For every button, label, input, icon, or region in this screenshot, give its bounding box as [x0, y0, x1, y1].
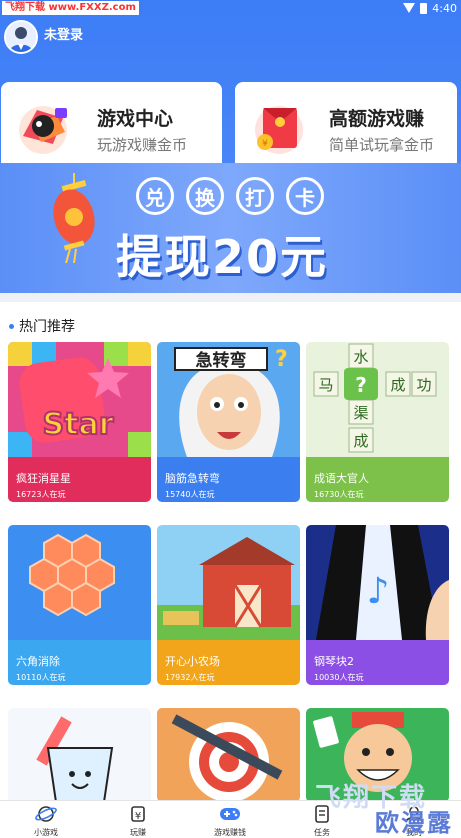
farm-game-art — [157, 525, 300, 640]
title-dot-icon — [9, 323, 14, 329]
svg-text:成: 成 — [390, 376, 405, 394]
game-name: 钢琴块2 — [314, 655, 354, 668]
watermark-line-2: 欧漫露 — [375, 809, 453, 837]
gamepad-icon — [220, 808, 240, 820]
hot-recommend-section: 热门推荐 Star 疯狂消星星 16723人在玩 急转弯 ? 脑筋急转弯 157… — [0, 302, 461, 838]
red-envelope-icon: ¥ — [255, 106, 303, 154]
banner-headline: 提现20元 — [116, 230, 329, 284]
status-time: 4:40 — [432, 1, 457, 15]
svg-text:¥: ¥ — [135, 811, 141, 822]
header: 未登录 游戏中心 玩游戏赚金币 ¥ 高额游戏赚 简单试玩拿金币 — [0, 16, 461, 176]
svg-text:马: 马 — [318, 376, 333, 394]
game-info: 脑筋急转弯 15740人在玩 — [157, 457, 300, 502]
login-status[interactable]: 未登录 — [44, 24, 83, 43]
game-center-title: 游戏中心 — [97, 108, 174, 130]
game-card[interactable]: 急转弯 ? 脑筋急转弯 15740人在玩 — [157, 342, 300, 502]
game-card[interactable] — [157, 708, 300, 802]
game-card[interactable]: ♪ 钢琴块2 10030人在玩 — [306, 525, 449, 685]
status-bar: 飞翔下载 www.FXXZ.com 4:40 — [0, 0, 461, 16]
nav-play-earn[interactable]: ¥ 玩赚 — [92, 801, 184, 838]
nav-label: 小游戏 — [34, 828, 58, 837]
status-icons: 4:40 — [403, 0, 457, 16]
svg-text:成: 成 — [353, 432, 368, 450]
high-reward-title: 高额游戏赚 — [329, 108, 425, 130]
planet-icon — [35, 806, 57, 822]
user-avatar-icon — [6, 22, 36, 52]
svg-text:?: ? — [275, 347, 288, 372]
game-info: 开心小农场 17932人在玩 — [157, 640, 300, 685]
game-center-subtitle: 玩游戏赚金币 — [97, 136, 188, 154]
svg-text:♪: ♪ — [367, 571, 390, 612]
stamp-char: 兑 — [136, 177, 174, 215]
game-card[interactable]: 六角消除 10110人在玩 — [8, 525, 151, 685]
game-name: 成语大官人 — [314, 472, 369, 485]
svg-text:功: 功 — [416, 376, 431, 394]
game-card[interactable]: 水 马 成 功 渠 成 ? 成语大官人 16730人在玩 — [306, 342, 449, 502]
game-players: 15740人在玩 — [165, 490, 215, 499]
promo-banner[interactable]: 兑 换 打 卡 提现20元 — [0, 163, 461, 293]
battery-icon — [420, 2, 428, 14]
nav-label: 玩赚 — [130, 828, 146, 837]
svg-text:渠: 渠 — [353, 404, 368, 422]
game-players: 10110人在玩 — [16, 673, 66, 682]
game-players: 17932人在玩 — [165, 673, 215, 682]
shooting-game-art — [157, 708, 300, 802]
high-reward-card[interactable]: ¥ 高额游戏赚 简单试玩拿金币 — [235, 82, 457, 173]
svg-text:水: 水 — [353, 348, 368, 366]
brain-teaser-art-text: 急转弯 — [196, 350, 247, 371]
cup-game-art — [8, 708, 151, 802]
game-card[interactable]: Star 疯狂消星星 16723人在玩 — [8, 342, 151, 502]
game-card[interactable]: 开心小农场 17932人在玩 — [157, 525, 300, 685]
game-info: 疯狂消星星 16723人在玩 — [8, 457, 151, 502]
game-info: 成语大官人 16730人在玩 — [306, 457, 449, 502]
wifi-icon — [403, 3, 416, 13]
game-name: 开心小农场 — [165, 655, 220, 668]
piano-game-art: ♪ — [306, 525, 449, 640]
stamp-char: 打 — [236, 177, 274, 215]
stamp-char: 换 — [186, 177, 224, 215]
nav-label: 游戏赚钱 — [214, 828, 246, 837]
avatar[interactable] — [4, 20, 38, 54]
star-art-text: Star — [43, 407, 114, 442]
brain-teaser-game-art: 急转弯 ? — [157, 342, 300, 457]
star-game-art: Star — [8, 342, 151, 457]
svg-text:¥: ¥ — [262, 139, 268, 149]
game-card[interactable] — [8, 708, 151, 802]
game-name: 疯狂消星星 — [16, 472, 71, 485]
stamp-row: 兑 换 打 卡 — [136, 177, 324, 215]
nav-mini-games[interactable]: 小游戏 — [0, 801, 92, 838]
lantern-icon — [53, 173, 95, 263]
nav-game-earn[interactable]: 游戏赚钱 — [184, 801, 276, 838]
game-players: 10030人在玩 — [314, 673, 364, 682]
game-players: 16723人在玩 — [16, 490, 66, 499]
game-name: 脑筋急转弯 — [165, 472, 220, 485]
game-info: 钢琴块2 10030人在玩 — [306, 640, 449, 685]
idiom-art-text: ? — [355, 373, 367, 397]
game-controller-icon — [19, 106, 67, 154]
watermark-bottom-right: 飞翔下载 欧漫露 — [303, 775, 453, 837]
hexagon-game-art — [8, 525, 151, 640]
game-center-card[interactable]: 游戏中心 玩游戏赚金币 — [1, 82, 222, 173]
section-title-text: 热门推荐 — [19, 319, 75, 335]
game-name: 六角消除 — [16, 655, 60, 668]
idiom-game-art: 水 马 成 功 渠 成 ? — [306, 342, 449, 457]
game-info: 六角消除 10110人在玩 — [8, 640, 151, 685]
stamp-char: 卡 — [286, 177, 324, 215]
section-title: 热门推荐 — [9, 316, 75, 336]
watermark-top: 飞翔下载 www.FXXZ.com — [2, 1, 139, 15]
high-reward-subtitle: 简单试玩拿金币 — [329, 136, 435, 154]
game-players: 16730人在玩 — [314, 490, 364, 499]
money-bag-icon: ¥ — [131, 806, 145, 822]
